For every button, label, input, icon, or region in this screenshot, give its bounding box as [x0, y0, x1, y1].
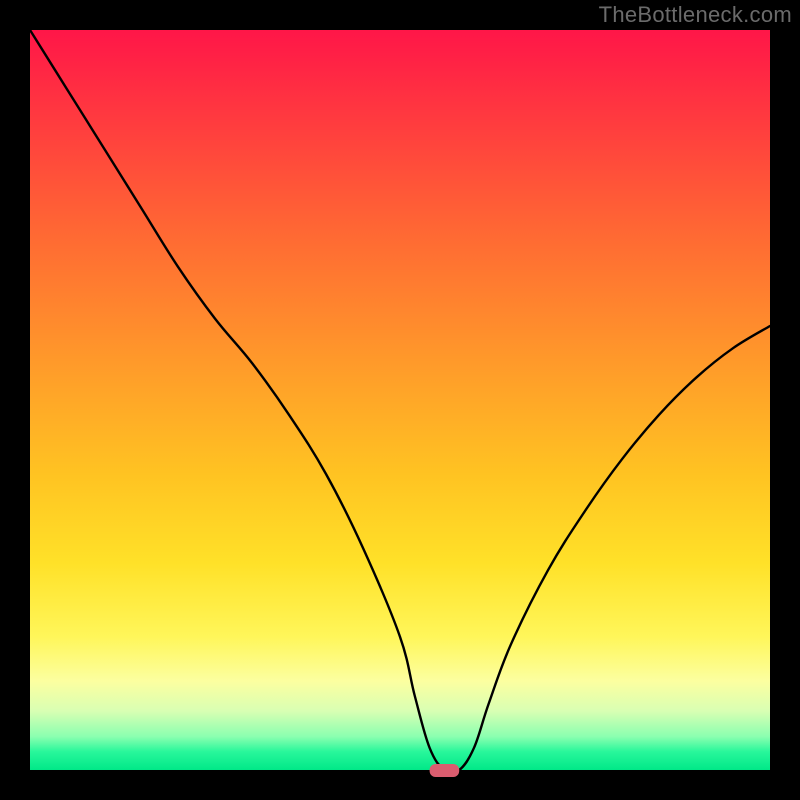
bottleneck-chart: [0, 0, 800, 800]
plot-background: [30, 30, 770, 770]
watermark-text: TheBottleneck.com: [599, 2, 792, 28]
chart-container: { "watermark": "TheBottleneck.com", "cha…: [0, 0, 800, 800]
optimal-point-marker: [430, 764, 460, 777]
